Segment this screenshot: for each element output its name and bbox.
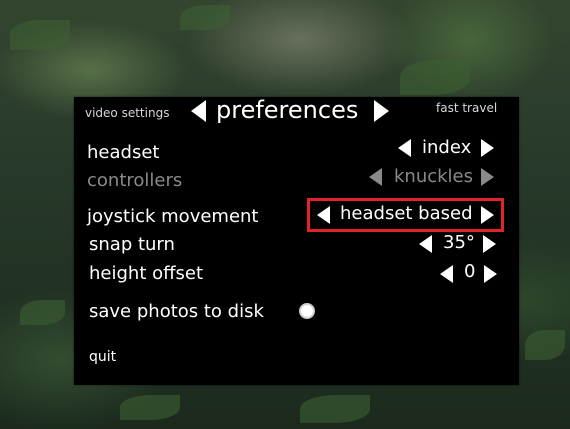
headset-next-arrow-icon[interactable] <box>481 139 494 157</box>
controllers-value: knuckles <box>394 166 474 187</box>
foliage <box>300 395 370 423</box>
save-photos-toggle[interactable] <box>299 303 315 319</box>
foliage <box>525 330 565 360</box>
foliage <box>120 395 180 420</box>
height-offset-next-arrow-icon[interactable] <box>484 265 497 283</box>
foliage <box>180 5 230 30</box>
joystick-movement-label: joystick movement <box>87 206 259 227</box>
foliage <box>10 20 70 50</box>
next-page-arrow-icon[interactable] <box>374 100 389 122</box>
save-photos-label: save photos to disk <box>89 301 264 322</box>
tab-video-settings[interactable]: video settings <box>85 106 169 120</box>
page-title: preferences <box>216 96 359 124</box>
headset-prev-arrow-icon[interactable] <box>398 139 411 157</box>
snap-turn-value: 35° <box>443 232 475 253</box>
headset-value: index <box>422 137 472 158</box>
prev-page-arrow-icon[interactable] <box>191 100 206 122</box>
height-offset-prev-arrow-icon[interactable] <box>440 265 453 283</box>
snap-turn-label: snap turn <box>89 234 175 255</box>
height-offset-label: height offset <box>89 263 204 284</box>
foliage <box>20 300 65 325</box>
height-offset-value: 0 <box>464 261 476 282</box>
tab-fast-travel[interactable]: fast travel <box>436 101 497 115</box>
headset-label: headset <box>87 142 160 163</box>
controllers-next-arrow-icon <box>481 168 494 186</box>
snap-turn-prev-arrow-icon[interactable] <box>419 235 432 253</box>
joystick-next-arrow-icon[interactable] <box>481 206 494 224</box>
quit-button[interactable]: quit <box>89 349 116 365</box>
joystick-prev-arrow-icon[interactable] <box>317 206 330 224</box>
foliage <box>400 60 470 95</box>
controllers-label: controllers <box>87 170 183 191</box>
preferences-panel: video settings preferences fast travel h… <box>74 96 519 385</box>
controllers-prev-arrow-icon <box>369 168 382 186</box>
joystick-movement-value: headset based <box>340 203 473 224</box>
snap-turn-next-arrow-icon[interactable] <box>483 235 496 253</box>
